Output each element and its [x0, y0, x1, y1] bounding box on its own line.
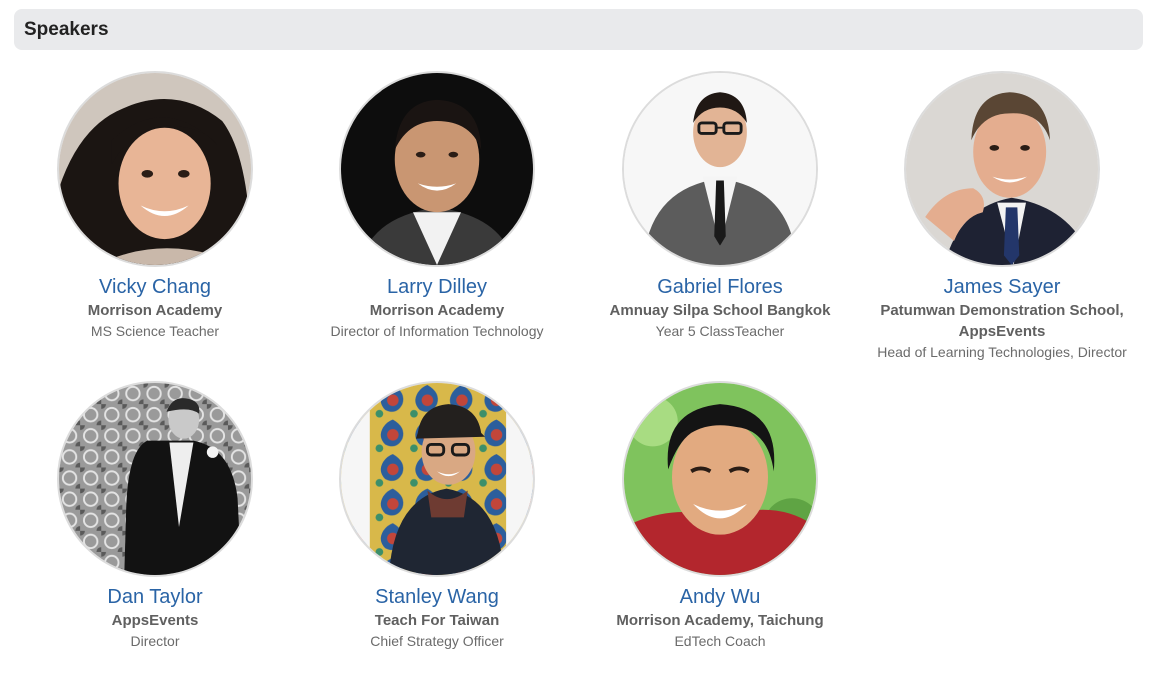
speaker-photo[interactable] [57, 71, 253, 267]
speakers-section-header: Speakers [14, 9, 1143, 50]
speaker-card: Andy Wu Morrison Academy, Taichung EdTec… [579, 381, 861, 651]
speaker-name-link[interactable]: Stanley Wang [296, 585, 578, 609]
speaker-organization-line: AppsEvents [958, 323, 1046, 340]
speaker-name-link[interactable]: Gabriel Flores [579, 275, 861, 299]
speaker-photo[interactable] [622, 381, 818, 577]
speaker-card: Dan Taylor AppsEvents Director [14, 381, 296, 651]
photo-woman-curly-hair-icon [59, 73, 251, 265]
speaker-organization: Teach For Taiwan [374, 612, 500, 629]
photo-man-hand-on-chin-icon [906, 73, 1098, 265]
photo-man-cap-patterned-wall-icon [341, 383, 533, 575]
speaker-card: Stanley Wang Teach For Taiwan Chief Stra… [296, 381, 578, 651]
speaker-role: Head of Learning Technologies, Director [877, 344, 1127, 360]
speaker-photo[interactable] [339, 381, 535, 577]
speaker-role: Director [130, 633, 180, 649]
speaker-organization: Patumwan Demonstration School, AppsEvent… [861, 300, 1143, 342]
photo-man-glasses-suit-icon [624, 73, 816, 265]
speaker-card: Gabriel Flores Amnuay Silpa School Bangk… [579, 71, 861, 341]
speaker-organization: Morrison Academy [87, 302, 223, 319]
speaker-role: Director of Information Technology [330, 323, 544, 339]
speaker-card: Larry Dilley Morrison Academy Director o… [296, 71, 578, 341]
speaker-organization: Morrison Academy [369, 302, 505, 319]
speaker-photo[interactable] [339, 71, 535, 267]
speaker-name-link[interactable]: Andy Wu [579, 585, 861, 609]
speaker-name-link[interactable]: Larry Dilley [296, 275, 578, 299]
speaker-card: James Sayer Patumwan Demonstration Schoo… [861, 71, 1143, 362]
speaker-photo[interactable] [904, 71, 1100, 267]
speaker-role: MS Science Teacher [90, 323, 220, 339]
speaker-role: EdTech Coach [674, 633, 766, 649]
photo-man-smiling-icon [341, 73, 533, 265]
speaker-organization: AppsEvents [111, 612, 199, 629]
speaker-name-link[interactable]: Vicky Chang [14, 275, 296, 299]
speaker-organization: Amnuay Silpa School Bangkok [609, 302, 831, 319]
speaker-photo[interactable] [622, 71, 818, 267]
photo-man-red-shirt-icon [624, 383, 816, 575]
photo-man-black-white-suit-icon [59, 383, 251, 575]
speaker-photo[interactable] [57, 381, 253, 577]
speaker-organization: Morrison Academy, Taichung [616, 612, 824, 629]
speaker-role: Chief Strategy Officer [370, 633, 504, 649]
speaker-name-link[interactable]: Dan Taylor [14, 585, 296, 609]
speaker-role: Year 5 ClassTeacher [655, 323, 785, 339]
speaker-card: Vicky Chang Morrison Academy MS Science … [14, 71, 296, 341]
section-title: Speakers [24, 19, 109, 40]
speaker-organization-line: Patumwan Demonstration School, [880, 302, 1124, 319]
speaker-name-link[interactable]: James Sayer [861, 275, 1143, 299]
